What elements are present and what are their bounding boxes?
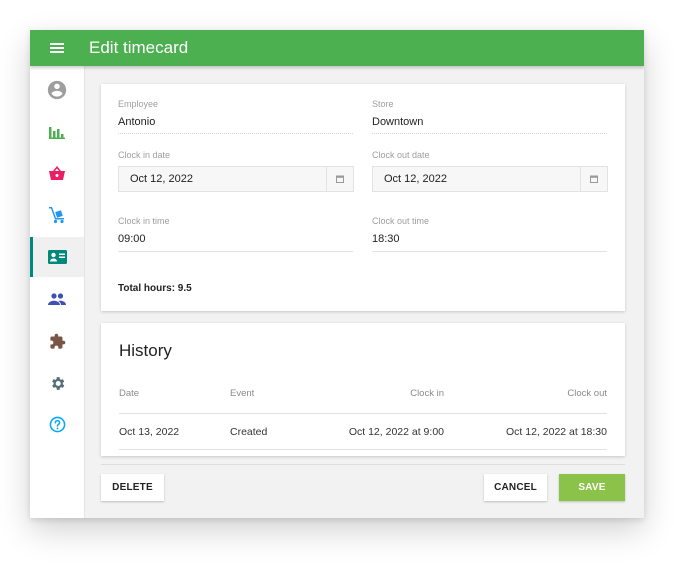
help-circle-icon [49,416,65,432]
delete-button[interactable]: DELETE [101,474,164,501]
clock-out-date-label: Clock out date [372,150,430,160]
bar-chart-icon [49,127,65,139]
page-title: Edit timecard [89,38,189,57]
clock-in-time-underline [118,251,353,252]
sidebar-item-reports[interactable] [30,112,84,152]
store-underline [372,133,607,134]
clock-out-time-field[interactable]: 18:30 [372,233,400,245]
history-title: History [119,341,172,360]
store-label: Store [372,99,394,109]
employee-underline [118,133,353,134]
calendar-icon[interactable] [326,167,353,191]
employee-label: Employee [118,99,159,109]
sidebar-item-settings[interactable] [30,363,84,403]
sidebar-item-profile[interactable] [30,70,84,110]
cell-clock-in: Oct 12, 2022 at 9:00 [348,426,444,438]
sidebar-item-orders[interactable] [30,153,84,193]
people-icon [48,293,66,305]
clock-in-time-label: Clock in time [118,216,170,226]
app-bar: Edit timecard [30,30,644,66]
timecard-form-card: Employee Antonio Store Downtown Clock in… [101,84,625,311]
store-field[interactable]: Downtown [372,116,423,128]
column-header-clock-out: Clock out [567,388,607,399]
clock-in-time-field[interactable]: 09:00 [118,233,146,245]
sidebar-item-deliveries[interactable] [30,195,84,235]
clock-in-date-field[interactable]: Oct 12, 2022 [118,166,354,192]
gear-icon [51,376,64,390]
cell-event: Created [230,426,268,438]
sidebar-item-extensions[interactable] [30,321,84,361]
app-window: Edit timecard Employee Antonio Store Dow… [30,30,644,518]
clock-out-date-value[interactable]: Oct 12, 2022 [373,167,580,191]
column-header-date: Date [119,388,140,399]
cell-date: Oct 13, 2022 [119,426,180,438]
sidebar-item-timecards[interactable] [30,237,84,277]
row-divider [119,449,607,450]
calendar-icon[interactable] [580,167,607,191]
header-divider [119,413,607,414]
actions-divider [101,464,625,465]
puzzle-icon [49,333,65,349]
account-circle-icon [47,80,67,100]
cancel-button[interactable]: CANCEL [484,474,547,501]
history-card: History Date Event Clock in Clock out Oc… [101,323,625,456]
clock-out-date-field[interactable]: Oct 12, 2022 [372,166,608,192]
id-card-icon [47,250,67,264]
save-button[interactable]: SAVE [559,474,625,501]
hamburger-menu-icon[interactable] [30,30,84,66]
hand-truck-icon [49,207,64,224]
shopping-basket-icon [49,166,65,180]
clock-out-time-underline [372,251,607,252]
column-header-event: Event [230,388,255,399]
clock-in-date-value[interactable]: Oct 12, 2022 [119,167,326,191]
cell-clock-out: Oct 12, 2022 at 18:30 [506,426,607,438]
sidebar-item-help[interactable] [30,404,84,444]
total-hours: Total hours: 9.5 [118,283,192,294]
sidebar [30,66,85,518]
sidebar-item-users[interactable] [30,279,84,319]
employee-field[interactable]: Antonio [118,116,155,128]
column-header-clock-in: Clock in [410,388,444,399]
clock-out-time-label: Clock out time [372,216,430,226]
clock-in-date-label: Clock in date [118,150,171,160]
